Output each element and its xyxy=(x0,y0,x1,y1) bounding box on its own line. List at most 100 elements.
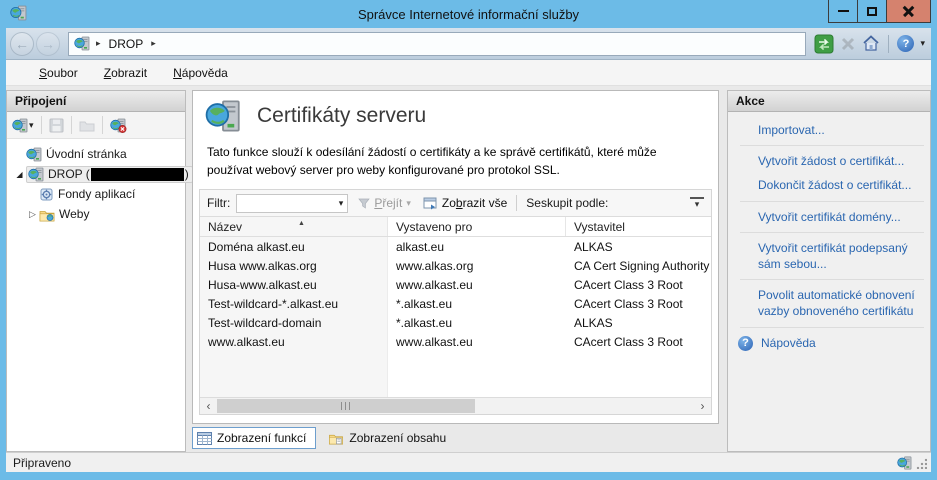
delete-connection-button[interactable] xyxy=(110,118,127,133)
expander-open-icon[interactable]: ◢ xyxy=(13,170,26,179)
group-by-label: Seskupit podle: xyxy=(526,196,608,210)
breadcrumb-item-drop[interactable]: DROP xyxy=(107,35,146,53)
stop-disconnect-button[interactable] xyxy=(840,36,856,52)
help-dropdown-icon[interactable]: ▾ xyxy=(920,38,925,49)
scrollbar-thumb[interactable] xyxy=(217,399,475,413)
refresh-button[interactable] xyxy=(814,34,834,54)
scrollbar-grip-icon xyxy=(341,402,350,410)
connections-tree: Úvodní stránka ◢ DROP () xyxy=(7,139,185,451)
status-text: Připraveno xyxy=(13,456,71,470)
actions-body: Importovat... Vytvořit žádost o certifik… xyxy=(728,112,930,356)
status-bar: Připraveno xyxy=(6,452,931,472)
toolbar-separator xyxy=(71,116,72,134)
save-connection-button[interactable] xyxy=(49,118,64,133)
window-controls xyxy=(829,0,931,23)
feature-panel: Certifikáty serveru Tato funkce slouží k… xyxy=(192,90,719,424)
tree-item-sites[interactable]: ▷ Weby xyxy=(26,204,183,224)
actions-separator xyxy=(740,279,924,280)
tab-content-view[interactable]: Zobrazení obsahu xyxy=(324,428,455,448)
back-button[interactable]: ← xyxy=(10,32,34,56)
selected-tree-node[interactable]: DROP () xyxy=(26,166,193,183)
center-column: Certifikáty serveru Tato funkce slouží k… xyxy=(192,90,719,452)
help-button[interactable]: ? xyxy=(897,35,914,52)
scroll-right-button[interactable]: › xyxy=(694,398,711,414)
iis-manager-window: Správce Internetové informační služby ← … xyxy=(0,0,937,480)
breadcrumb-server-icon xyxy=(74,36,90,51)
action-help[interactable]: ? Nápověda xyxy=(728,331,930,356)
list-viewport: Název ▲ Vystaveno pro Vystavitel Doména … xyxy=(200,217,711,397)
menu-zobrazit[interactable]: Zobrazit xyxy=(91,60,160,86)
show-all-button[interactable]: Zobrazit vše xyxy=(423,196,507,210)
column-header-nazev[interactable]: Název ▲ xyxy=(200,217,388,236)
resize-grip[interactable] xyxy=(915,457,927,469)
minimize-button[interactable] xyxy=(828,0,858,23)
connections-toolbar: ▾ xyxy=(7,112,185,139)
features-view-icon xyxy=(197,432,212,445)
table-row[interactable]: Husa-www.alkast.eu www.alkast.eu CAcert … xyxy=(200,275,711,294)
menu-soubor[interactable]: Soubor xyxy=(26,60,91,86)
server-icon xyxy=(28,167,44,182)
action-create-certificate-request[interactable]: Vytvořit žádost o certifikát... xyxy=(728,149,930,173)
maximize-button[interactable] xyxy=(857,0,887,23)
maximize-icon xyxy=(867,7,877,16)
action-enable-auto-rebind[interactable]: Povolit automatické obnovení vazby obnov… xyxy=(728,283,930,323)
view-tabs: Zobrazení funkcí Zobrazení obsahu xyxy=(192,424,719,452)
tab-features-view[interactable]: Zobrazení funkcí xyxy=(192,427,316,449)
actions-panel: Akce Importovat... Vytvořit žádost o cer… xyxy=(727,90,931,452)
create-connection-button[interactable]: ▾ xyxy=(12,118,34,133)
column-header-vystavitel[interactable]: Vystavitel xyxy=(566,217,711,236)
toolbar-separator xyxy=(102,116,103,134)
go-button[interactable]: Přejít ▾ xyxy=(358,196,411,210)
horizontal-scrollbar[interactable]: ‹ › xyxy=(200,397,711,414)
column-header-vystaveno-pro[interactable]: Vystaveno pro xyxy=(388,217,566,236)
certificates-list: Filtr: ▾ Přejít ▾ xyxy=(199,189,712,415)
scrollbar-track[interactable] xyxy=(217,398,694,414)
home-button[interactable] xyxy=(862,35,880,52)
scroll-left-button[interactable]: ‹ xyxy=(200,398,217,414)
main-area: Připojení ▾ xyxy=(6,86,931,452)
help-icon: ? xyxy=(738,336,753,351)
close-button[interactable] xyxy=(886,0,931,23)
tree-item-app-pools[interactable]: Fondy aplikací xyxy=(39,184,183,204)
table-row[interactable]: www.alkast.eu www.alkast.eu CAcert Class… xyxy=(200,332,711,351)
toolbar-separator xyxy=(41,116,42,134)
toolbar-right-icons: ? ▾ xyxy=(814,34,927,54)
menu-napoveda[interactable]: Nápověda xyxy=(160,60,241,86)
tree-item-start-page[interactable]: Úvodní stránka xyxy=(26,144,183,164)
actions-header: Akce xyxy=(728,91,930,112)
start-page-icon xyxy=(26,147,42,162)
actions-separator xyxy=(740,201,924,202)
window-title: Správce Internetové informační služby xyxy=(6,7,931,22)
group-by-dropdown[interactable]: ▾ xyxy=(690,197,704,209)
go-dropdown-icon: ▾ xyxy=(406,198,411,209)
table-row[interactable]: Husa www.alkas.org www.alkas.org CA Cert… xyxy=(200,256,711,275)
forward-button[interactable]: → xyxy=(36,32,60,56)
filter-label: Filtr: xyxy=(207,196,230,210)
breadcrumb[interactable]: ▸ DROP ▸ xyxy=(68,32,806,56)
table-row[interactable]: Test-wildcard-*.alkast.eu *.alkast.eu CA… xyxy=(200,294,711,313)
window-border xyxy=(6,472,931,480)
close-icon xyxy=(902,5,915,18)
filter-input[interactable]: ▾ xyxy=(236,194,348,213)
help-icon: ? xyxy=(903,38,910,50)
expander-closed-icon[interactable]: ▷ xyxy=(26,209,39,220)
connections-header: Připojení xyxy=(7,91,185,112)
tree-item-server-drop[interactable]: ◢ DROP () xyxy=(13,164,183,184)
server-certificates-icon xyxy=(205,99,241,133)
up-level-button[interactable] xyxy=(79,118,95,133)
action-import[interactable]: Importovat... xyxy=(728,118,930,142)
navigation-toolbar: ← → ▸ DROP ▸ xyxy=(6,28,931,60)
title-bar: Správce Internetové informační služby xyxy=(6,0,931,28)
action-create-self-signed-certificate[interactable]: Vytvořit certifikát podepsaný sám sebou.… xyxy=(728,236,930,276)
breadcrumb-arrow-icon: ▸ xyxy=(151,38,156,49)
status-iis-icon xyxy=(897,456,912,470)
action-create-domain-certificate[interactable]: Vytvořit certifikát domény... xyxy=(728,205,930,229)
table-row[interactable]: Doména alkast.eu alkast.eu ALKAS xyxy=(200,237,711,256)
action-complete-certificate-request[interactable]: Dokončit žádost o certifikát... xyxy=(728,173,930,197)
table-row[interactable]: Test-wildcard-domain *.alkast.eu ALKAS xyxy=(200,313,711,332)
content-view-icon xyxy=(328,431,344,445)
filter-dropdown-icon: ▾ xyxy=(339,198,344,209)
filter-separator xyxy=(516,195,517,211)
iis-app-icon xyxy=(10,5,27,21)
menu-bar: Soubor Zobrazit Nápověda xyxy=(6,60,931,86)
